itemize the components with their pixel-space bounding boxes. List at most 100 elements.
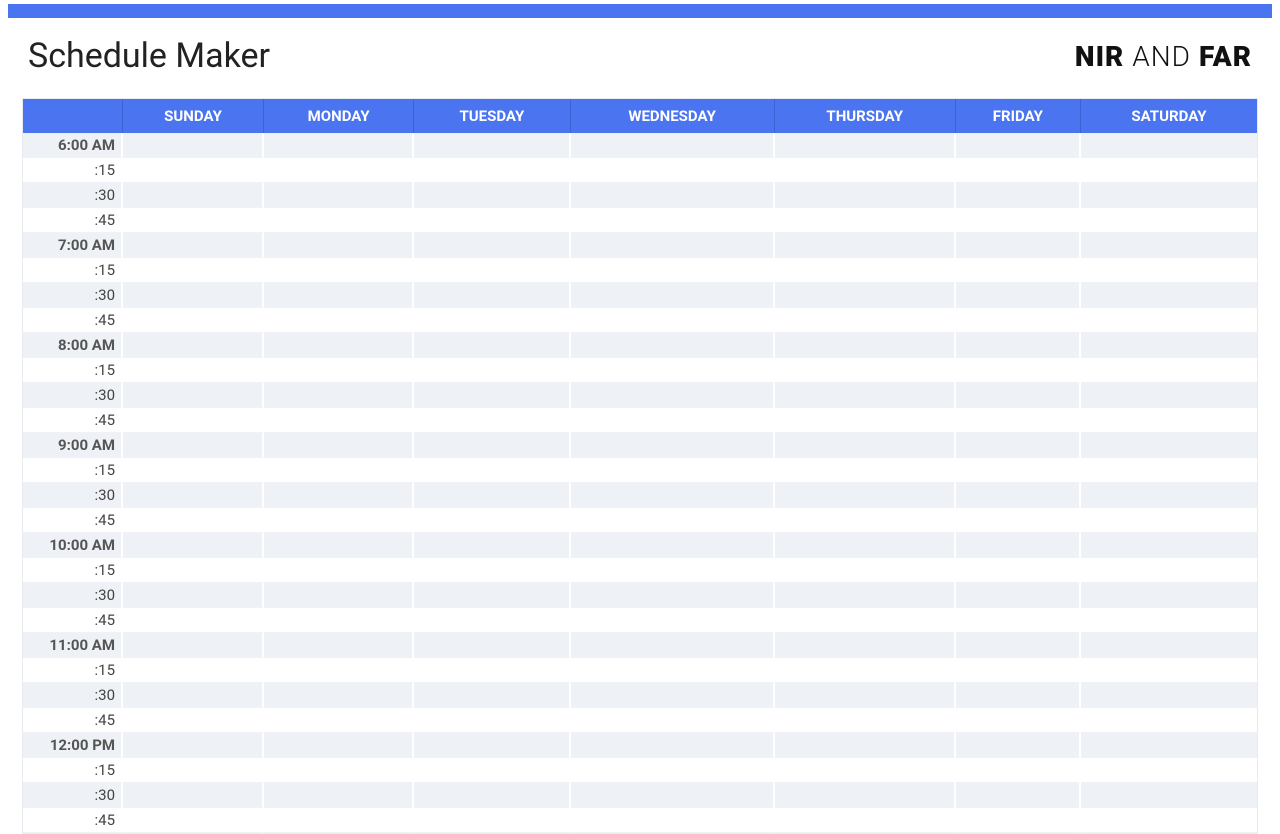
schedule-cell[interactable] bbox=[1081, 308, 1257, 333]
schedule-cell[interactable] bbox=[123, 483, 264, 508]
schedule-cell[interactable] bbox=[1081, 208, 1257, 233]
schedule-cell[interactable] bbox=[775, 658, 956, 683]
schedule-cell[interactable] bbox=[264, 758, 414, 783]
schedule-cell[interactable] bbox=[775, 683, 956, 708]
schedule-cell[interactable] bbox=[571, 508, 775, 533]
schedule-cell[interactable] bbox=[1081, 258, 1257, 283]
schedule-cell[interactable] bbox=[956, 608, 1081, 633]
schedule-cell[interactable] bbox=[1081, 758, 1257, 783]
schedule-cell[interactable] bbox=[123, 508, 264, 533]
schedule-cell[interactable] bbox=[414, 258, 570, 283]
schedule-cell[interactable] bbox=[414, 233, 570, 258]
schedule-cell[interactable] bbox=[956, 558, 1081, 583]
schedule-cell[interactable] bbox=[956, 433, 1081, 458]
schedule-cell[interactable] bbox=[775, 483, 956, 508]
schedule-cell[interactable] bbox=[775, 758, 956, 783]
schedule-cell[interactable] bbox=[775, 308, 956, 333]
schedule-cell[interactable] bbox=[956, 158, 1081, 183]
schedule-cell[interactable] bbox=[264, 308, 414, 333]
schedule-cell[interactable] bbox=[1081, 733, 1257, 758]
schedule-cell[interactable] bbox=[414, 733, 570, 758]
schedule-cell[interactable] bbox=[571, 533, 775, 558]
schedule-cell[interactable] bbox=[571, 383, 775, 408]
schedule-cell[interactable] bbox=[775, 458, 956, 483]
schedule-cell[interactable] bbox=[775, 333, 956, 358]
schedule-cell[interactable] bbox=[1081, 458, 1257, 483]
schedule-cell[interactable] bbox=[123, 208, 264, 233]
schedule-cell[interactable] bbox=[123, 283, 264, 308]
schedule-cell[interactable] bbox=[775, 558, 956, 583]
schedule-cell[interactable] bbox=[775, 608, 956, 633]
schedule-cell[interactable] bbox=[956, 483, 1081, 508]
schedule-cell[interactable] bbox=[775, 533, 956, 558]
schedule-cell[interactable] bbox=[264, 608, 414, 633]
schedule-cell[interactable] bbox=[414, 308, 570, 333]
schedule-cell[interactable] bbox=[414, 558, 570, 583]
schedule-cell[interactable] bbox=[956, 683, 1081, 708]
schedule-cell[interactable] bbox=[775, 233, 956, 258]
schedule-cell[interactable] bbox=[414, 708, 570, 733]
schedule-cell[interactable] bbox=[956, 658, 1081, 683]
schedule-cell[interactable] bbox=[956, 583, 1081, 608]
schedule-cell[interactable] bbox=[264, 633, 414, 658]
schedule-cell[interactable] bbox=[1081, 558, 1257, 583]
schedule-cell[interactable] bbox=[956, 208, 1081, 233]
schedule-cell[interactable] bbox=[264, 733, 414, 758]
schedule-cell[interactable] bbox=[956, 383, 1081, 408]
schedule-cell[interactable] bbox=[956, 408, 1081, 433]
schedule-cell[interactable] bbox=[123, 258, 264, 283]
schedule-cell[interactable] bbox=[571, 583, 775, 608]
schedule-cell[interactable] bbox=[775, 708, 956, 733]
schedule-cell[interactable] bbox=[571, 733, 775, 758]
schedule-cell[interactable] bbox=[414, 658, 570, 683]
schedule-cell[interactable] bbox=[775, 158, 956, 183]
schedule-cell[interactable] bbox=[264, 258, 414, 283]
schedule-cell[interactable] bbox=[123, 758, 264, 783]
schedule-cell[interactable] bbox=[571, 808, 775, 833]
schedule-cell[interactable] bbox=[414, 408, 570, 433]
schedule-cell[interactable] bbox=[123, 783, 264, 808]
schedule-cell[interactable] bbox=[571, 458, 775, 483]
schedule-cell[interactable] bbox=[956, 358, 1081, 383]
schedule-cell[interactable] bbox=[1081, 233, 1257, 258]
schedule-cell[interactable] bbox=[571, 558, 775, 583]
schedule-cell[interactable] bbox=[414, 483, 570, 508]
schedule-cell[interactable] bbox=[414, 158, 570, 183]
schedule-cell[interactable] bbox=[571, 408, 775, 433]
schedule-cell[interactable] bbox=[414, 783, 570, 808]
schedule-cell[interactable] bbox=[1081, 633, 1257, 658]
schedule-cell[interactable] bbox=[264, 808, 414, 833]
schedule-cell[interactable] bbox=[123, 583, 264, 608]
schedule-cell[interactable] bbox=[264, 133, 414, 158]
schedule-cell[interactable] bbox=[775, 633, 956, 658]
schedule-cell[interactable] bbox=[571, 133, 775, 158]
schedule-cell[interactable] bbox=[264, 433, 414, 458]
schedule-cell[interactable] bbox=[264, 783, 414, 808]
schedule-cell[interactable] bbox=[775, 408, 956, 433]
schedule-cell[interactable] bbox=[123, 183, 264, 208]
schedule-cell[interactable] bbox=[1081, 783, 1257, 808]
schedule-cell[interactable] bbox=[775, 383, 956, 408]
schedule-cell[interactable] bbox=[1081, 658, 1257, 683]
schedule-cell[interactable] bbox=[956, 808, 1081, 833]
schedule-cell[interactable] bbox=[123, 558, 264, 583]
schedule-cell[interactable] bbox=[123, 683, 264, 708]
schedule-cell[interactable] bbox=[123, 358, 264, 383]
schedule-cell[interactable] bbox=[775, 583, 956, 608]
schedule-cell[interactable] bbox=[775, 133, 956, 158]
schedule-cell[interactable] bbox=[123, 158, 264, 183]
schedule-cell[interactable] bbox=[571, 433, 775, 458]
schedule-cell[interactable] bbox=[1081, 683, 1257, 708]
schedule-cell[interactable] bbox=[264, 683, 414, 708]
schedule-cell[interactable] bbox=[123, 708, 264, 733]
schedule-cell[interactable] bbox=[414, 808, 570, 833]
schedule-cell[interactable] bbox=[1081, 158, 1257, 183]
schedule-cell[interactable] bbox=[1081, 608, 1257, 633]
schedule-cell[interactable] bbox=[264, 283, 414, 308]
schedule-cell[interactable] bbox=[123, 233, 264, 258]
schedule-cell[interactable] bbox=[571, 158, 775, 183]
schedule-cell[interactable] bbox=[775, 433, 956, 458]
schedule-cell[interactable] bbox=[414, 183, 570, 208]
schedule-cell[interactable] bbox=[264, 558, 414, 583]
schedule-cell[interactable] bbox=[956, 133, 1081, 158]
